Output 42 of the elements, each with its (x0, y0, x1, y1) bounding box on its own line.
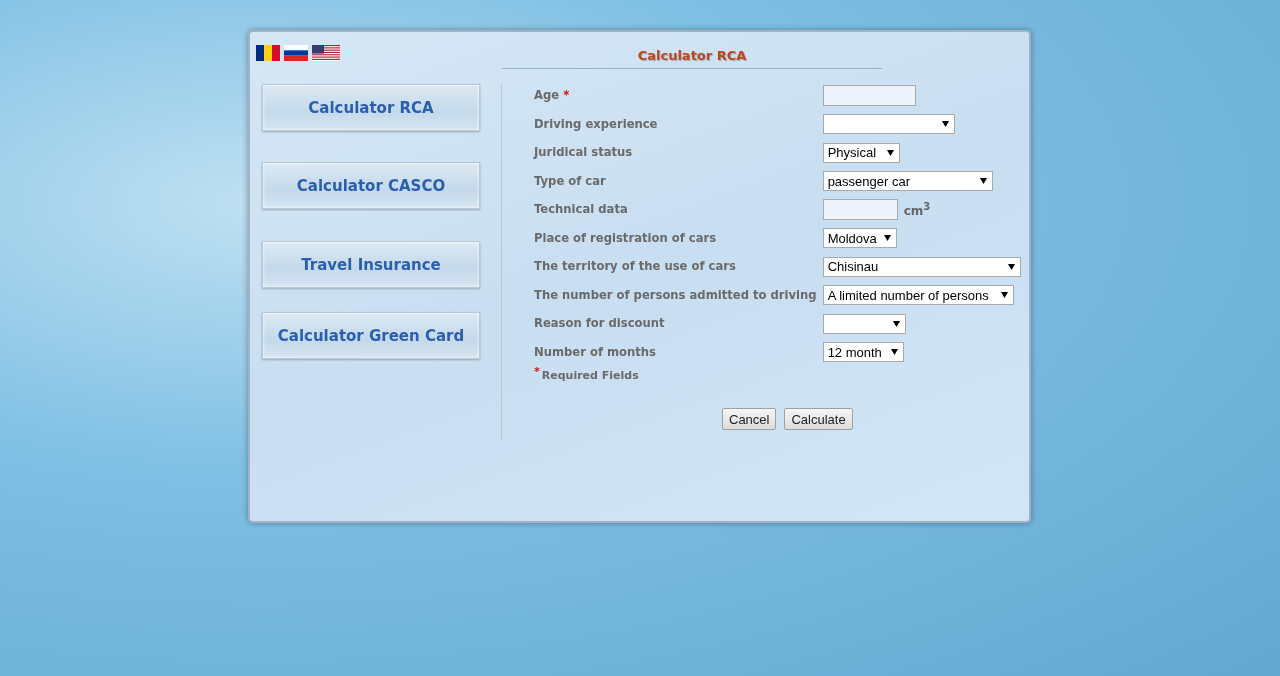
nav-button[interactable]: Travel Insurance (262, 241, 480, 288)
field-label: Reason for discount (534, 316, 665, 330)
text-field[interactable] (822, 199, 898, 221)
field-label: Driving experience (534, 116, 658, 131)
caret-icon (886, 149, 894, 156)
required-mark: * (563, 88, 570, 102)
dropdown[interactable]: passenger car (822, 171, 993, 192)
nav-button[interactable]: Calculator CASCO (262, 162, 480, 209)
form-button[interactable]: Cancel (722, 408, 777, 430)
caret-icon (1000, 292, 1008, 299)
nav-button[interactable]: Calculator Green Card (262, 312, 480, 359)
flag-icon[interactable] (256, 45, 280, 61)
caret-icon (890, 349, 898, 356)
field-label: The number of persons admitted to driving (534, 287, 817, 302)
dropdown[interactable]: Moldova (822, 228, 897, 249)
field-label: Type of car (534, 173, 606, 188)
dropdown[interactable] (822, 114, 955, 135)
caret-icon (979, 178, 987, 185)
form-button[interactable]: Calculate (784, 408, 853, 430)
dropdown[interactable]: Physical (822, 142, 900, 163)
caret-icon (883, 235, 891, 242)
field-label: The territory of the use of cars (534, 259, 736, 273)
required-note: Required Fields (541, 369, 639, 382)
caret-icon (892, 320, 900, 327)
dropdown[interactable]: A limited number of persons (822, 285, 1014, 306)
nav-button[interactable]: Calculator RCA (262, 84, 480, 131)
field-label: Place of registration of cars (534, 230, 717, 245)
field-label: Juridical status (534, 145, 633, 159)
required-mark: * (534, 365, 540, 378)
dropdown[interactable] (822, 313, 906, 334)
field-label: Technical data (534, 202, 628, 216)
flag-icon[interactable] (284, 45, 308, 61)
field-label: Number of months (534, 344, 656, 359)
page-title: Calculator RCA (502, 48, 882, 69)
flag-icon[interactable] (312, 45, 340, 61)
dropdown[interactable]: 12 month (822, 342, 904, 363)
field-label: Age (534, 88, 560, 102)
caret-icon (1007, 263, 1015, 270)
unit-label: cm$^{3}$ (903, 201, 931, 219)
text-field[interactable] (822, 85, 916, 107)
dropdown[interactable]: Chisinau (822, 256, 1021, 277)
caret-icon (941, 121, 949, 128)
